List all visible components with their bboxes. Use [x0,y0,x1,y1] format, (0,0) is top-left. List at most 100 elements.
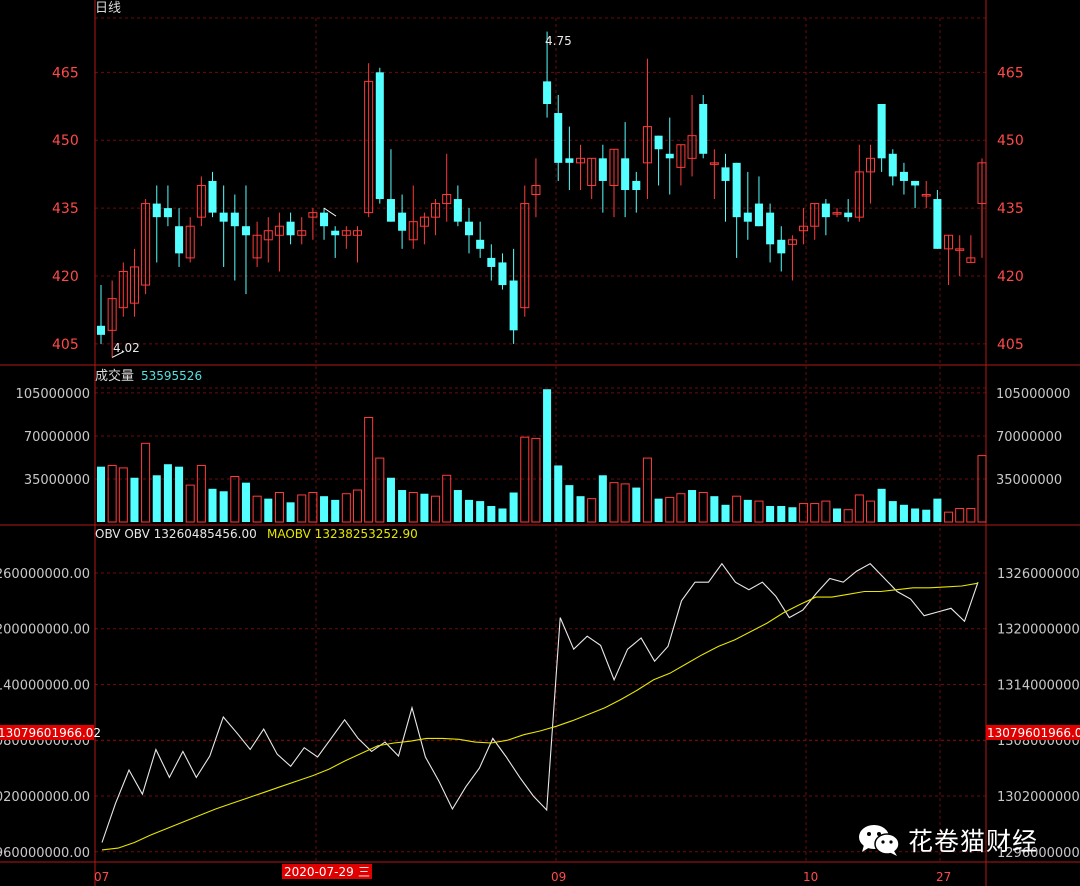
obv-highlight-right: 13079601966.02 [987,726,1080,740]
volume-bar [487,506,496,522]
volume-tick-right: 70000000 [996,430,1062,445]
volume-bar [955,507,965,523]
candle-body [598,158,607,181]
wechat-icon [859,825,900,856]
obv-tick-left: 13260000000.00 [0,567,90,582]
candle-body [899,171,908,181]
candle-body [743,212,752,222]
volume-bar [208,488,217,522]
obv-highlight-left: 13079601966.02 [0,726,101,740]
price-tick-right: 420 [997,269,1024,285]
volume-bar [118,467,128,523]
volume-bar [743,499,752,522]
volume-bar [877,488,886,522]
candle-body [230,212,239,227]
candle-body [331,230,340,236]
volume-bar [754,500,764,523]
candle-body [286,221,295,236]
obv-tick-left: 13140000000.00 [0,678,90,693]
volume-bar [331,499,340,522]
volume-tick-left: 35000000 [24,473,90,488]
volume-bar [364,417,374,523]
price-tick-left: 450 [52,133,79,149]
candle-body [621,158,630,190]
volume-bar [498,508,507,522]
price-tick-right: 450 [997,133,1024,149]
candle-body [163,208,172,218]
volume-tick-right: 105000000 [996,387,1070,402]
candle-body [375,72,384,200]
candle-body [453,199,462,222]
volume-bar [944,511,954,523]
obv-tick-right: 13260000000 [997,567,1080,582]
candle-body [699,104,708,154]
price-tick-right: 465 [997,65,1024,81]
volume-bar [732,495,742,523]
volume-panel [96,389,987,523]
volume-bar [654,498,663,522]
obv-tick-right: 13140000000 [997,678,1080,693]
volume-bar [642,457,652,523]
candle-body [498,262,507,286]
volume-bar [274,491,284,523]
volume-panel-label: 成交量 [95,368,134,384]
x-tick-07: 07 [94,870,109,884]
candle-body [219,212,228,222]
volume-bar [821,500,831,523]
candle-body [386,199,395,222]
price-panel [96,31,987,358]
volume-bar [219,491,228,522]
price-tick-left: 420 [52,269,79,285]
volume-bar [777,506,786,522]
grid-layer [95,17,986,862]
volume-bar [888,501,897,522]
volume-bar [320,496,329,522]
volume-bar [632,487,641,522]
candle-body [777,239,786,254]
candle-body [398,212,407,231]
x-tick-27: 27 [936,870,951,884]
volume-bar [241,482,250,522]
obv-tick-right: 13020000000 [997,790,1080,805]
maobv-line [101,582,979,851]
obv-tick-left: 12960000000.00 [0,846,90,861]
candle-body [565,158,574,163]
obv-tick-left: 13200000000.00 [0,623,90,638]
volume-bar [96,466,106,522]
volume-bar [431,495,441,523]
volume-bar [264,498,273,522]
candle-body [476,239,485,249]
obv-panel [101,562,979,851]
volume-bar [810,503,820,523]
candle-body [665,153,674,159]
candle-body [152,203,161,218]
candle-body [632,180,641,190]
volume-bar [698,491,708,523]
volume-bar [843,509,853,523]
volume-bar [587,498,597,523]
volume-bar [565,485,574,522]
x-tick-09: 09 [551,870,566,884]
candle-body [175,226,184,254]
volume-panel-value: 53595526 [141,369,202,383]
candle-body [654,135,663,150]
price-tick-left: 405 [52,337,79,353]
volume-bar [141,442,151,523]
volume-bar [297,494,307,523]
volume-bar [352,489,363,523]
volume-tick-left: 105000000 [16,387,90,402]
obv-tick-left: 13020000000.00 [0,790,90,805]
candle-body [543,81,552,104]
volume-bar [911,508,920,522]
volume-bar [163,464,172,522]
price-tick-left: 465 [52,65,79,81]
volume-bar [899,504,908,522]
candle-body [464,221,474,236]
price-tick-right: 405 [997,337,1024,353]
candle-body [96,325,106,335]
volume-bar [408,491,418,523]
date-highlight-label: 2020-07-29 [284,865,354,879]
candle-body [933,199,942,249]
volume-bar [598,475,607,522]
volume-bar [833,508,842,522]
